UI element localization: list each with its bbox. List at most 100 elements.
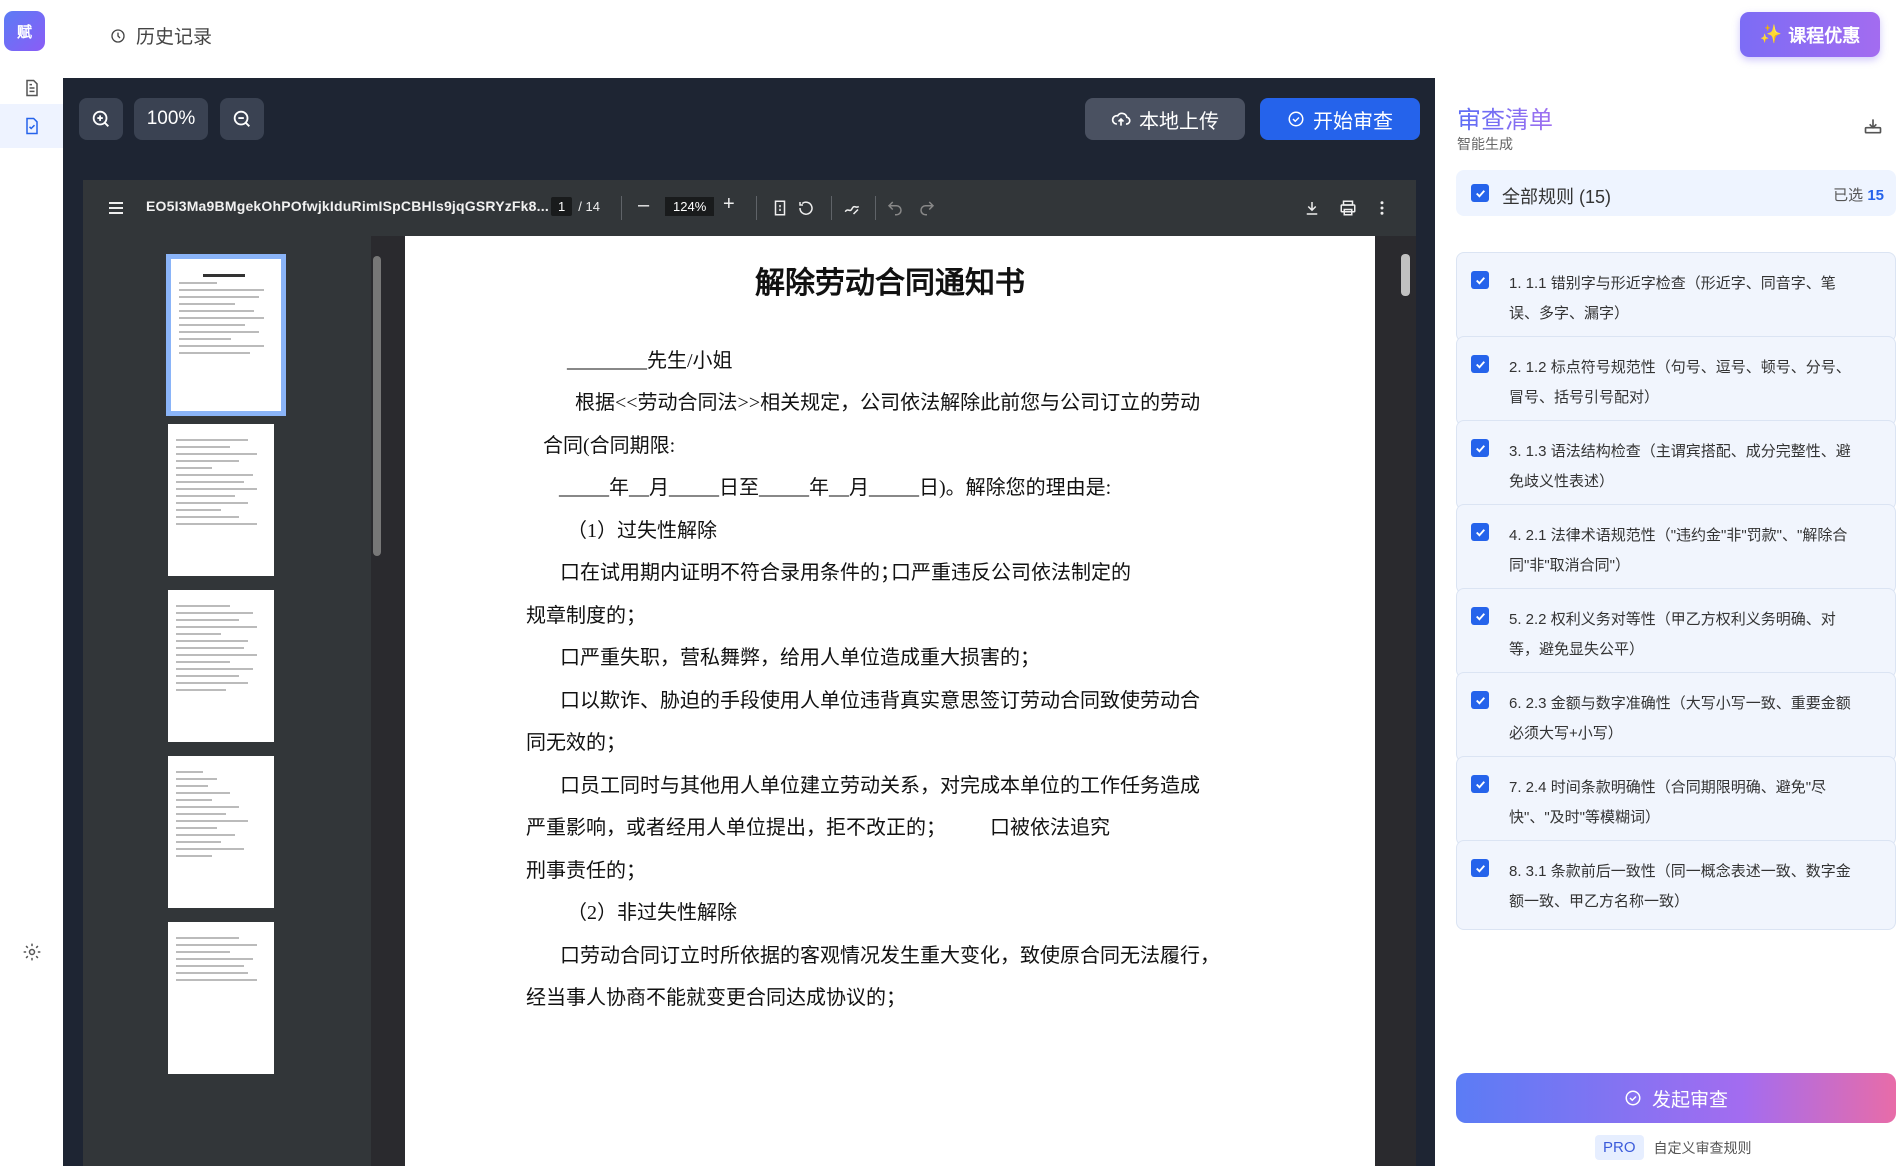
check-icon — [1475, 696, 1485, 705]
check-icon — [1475, 864, 1485, 873]
promo-button[interactable]: ✨ 课程优惠 — [1740, 12, 1880, 57]
page-thumbnail[interactable] — [166, 254, 286, 416]
zoom-in-button[interactable] — [79, 98, 123, 140]
zoom-out-button[interactable] — [220, 98, 264, 140]
zoom-level: 100% — [134, 98, 208, 140]
settings-button[interactable] — [0, 930, 63, 974]
pro-badge: PRO — [1595, 1135, 1644, 1160]
rule-label: 7. 2.4 时间条款明确性（合同期限明确、避免"尽快"、"及时"等模糊词） — [1509, 779, 1827, 826]
pdf-zoom-out-button[interactable]: – — [638, 194, 649, 217]
history-link[interactable]: 历史记录 — [110, 22, 212, 49]
rotate-icon[interactable] — [795, 197, 817, 219]
rule-checkbox[interactable] — [1471, 775, 1489, 793]
promo-label: 课程优惠 — [1788, 25, 1861, 46]
rule-item[interactable]: 3. 1.3 语法结构检查（主谓宾搭配、成分完整性、避免歧义性表述） — [1456, 420, 1896, 510]
launch-review-button[interactable]: 发起审查 — [1456, 1073, 1896, 1123]
divider — [875, 196, 876, 220]
panel-subtitle: 智能生成 — [1457, 136, 1513, 152]
page-thumbnail[interactable] — [168, 424, 274, 576]
check-icon — [1475, 360, 1485, 369]
zoom-in-icon — [92, 110, 109, 127]
rule-checkbox[interactable] — [1471, 607, 1489, 625]
print-icon[interactable] — [1337, 197, 1359, 219]
thumbnail-sidebar: 1 2 3 — [83, 236, 383, 1166]
rule-item[interactable]: 6. 2.3 金额与数字准确性（大写小写一致、重要金额必须大写+小写） — [1456, 672, 1896, 762]
all-rules-label: 全部规则 (15) — [1502, 187, 1612, 207]
page-thumbnail[interactable] — [168, 590, 274, 742]
rule-item[interactable]: 8. 3.1 条款前后一致性（同一概念表述一致、数字金额一致、甲乙方名称一致） — [1456, 840, 1896, 930]
check-icon — [1475, 528, 1485, 537]
divider — [831, 196, 832, 220]
start-review-button[interactable]: 开始审查 — [1260, 98, 1420, 140]
pdf-toolbar: EO5I3Ma9BMgekOhPOfwjkIduRimISpCBHls9jqGS… — [83, 180, 1416, 236]
doc-line: 刑事责任的； — [526, 860, 646, 882]
doc-line: 根据<<劳动合同法>>相关规定，公司依法解除此前您与公司订立的劳动 — [575, 392, 1201, 414]
rule-checkbox[interactable] — [1471, 691, 1489, 709]
history-label: 历史记录 — [136, 27, 213, 48]
rule-label: 4. 2.1 法律术语规范性（"违约金"非"罚款"、"解除合同"非"取消合同"） — [1509, 527, 1848, 574]
rule-checkbox[interactable] — [1471, 439, 1489, 457]
current-page-input[interactable]: 1 — [551, 197, 573, 216]
export-button[interactable] — [1863, 116, 1883, 136]
thumbnail-scrollbar[interactable] — [371, 236, 383, 1166]
rule-item[interactable]: 1. 1.1 错别字与形近字检查（形近字、同音字、笔误、多字、漏字） — [1456, 252, 1896, 342]
select-all-checkbox[interactable] — [1471, 184, 1489, 202]
check-icon — [1475, 189, 1485, 198]
download-icon — [1864, 119, 1882, 134]
pdf-zoom-input[interactable]: 124% — [665, 197, 715, 216]
undo-icon[interactable] — [884, 197, 906, 219]
review-nav-button[interactable] — [0, 104, 63, 148]
doc-line: 口严重违反公司依法制定的 — [891, 562, 1131, 584]
check-icon — [1475, 276, 1485, 285]
rules-list: 1. 1.1 错别字与形近字检查（形近字、同音字、笔误、多字、漏字） 2. 1.… — [1456, 252, 1896, 1000]
pdf-viewer: EO5I3Ma9BMgekOhPOfwjkIduRimISpCBHls9jqGS… — [83, 180, 1416, 1166]
doc-line: （2）非过失性解除 — [567, 902, 737, 924]
download-icon[interactable] — [1301, 197, 1323, 219]
rule-label: 8. 3.1 条款前后一致性（同一概念表述一致、数字金额一致、甲乙方名称一致） — [1509, 863, 1851, 910]
annotate-icon[interactable] — [841, 197, 863, 219]
launch-review-label: 发起审查 — [1651, 1089, 1728, 1111]
document-icon — [25, 79, 38, 97]
sparkle-icon: ✨ — [1759, 24, 1783, 44]
rule-label: 5. 2.2 权利义务对等性（甲乙方权利义务明确、对等，避免显失公平） — [1509, 611, 1836, 658]
app-logo[interactable]: 赋 — [4, 11, 45, 51]
page-thumbnail[interactable] — [168, 922, 274, 1074]
doc-line: 口严重失职，营私舞弊，给用人单位造成重大损害的； — [560, 647, 1040, 669]
select-all-rules[interactable]: 全部规则 (15) 已选 15 — [1456, 170, 1896, 216]
upload-button[interactable]: 本地上传 — [1085, 98, 1245, 140]
more-options-icon[interactable] — [1371, 197, 1393, 219]
menu-icon[interactable] — [105, 196, 129, 220]
rule-item[interactable]: 5. 2.2 权利义务对等性（甲乙方权利义务明确、对等，避免显失公平） — [1456, 588, 1896, 678]
review-panel: 审查清单 智能生成 全部规则 (15) 已选 15 1. 1.1 错别字与形近字… — [1435, 78, 1900, 1166]
document-check-icon — [25, 117, 38, 135]
pdf-zoom-in-button[interactable]: + — [723, 193, 735, 216]
doc-line: 合同(合同期限: — [543, 435, 676, 457]
page-thumbnail[interactable] — [168, 756, 274, 908]
rule-item[interactable]: 2. 1.2 标点符号规范性（句号、逗号、顿号、分号、冒号、括号引号配对） — [1456, 336, 1896, 426]
rule-checkbox[interactable] — [1471, 523, 1489, 541]
fit-page-icon[interactable] — [769, 197, 791, 219]
check-icon — [1475, 444, 1485, 453]
page-scrollbar[interactable] — [1395, 236, 1416, 1166]
rule-checkbox[interactable] — [1471, 271, 1489, 289]
divider — [756, 196, 757, 220]
doc-line: 口劳动合同订立时所依据的客观情况发生重大变化，致使原合同无法履行， — [560, 945, 1220, 967]
upload-label: 本地上传 — [1139, 110, 1219, 133]
doc-line: 口员工同时与其他用人单位建立劳动关系，对完成本单位的工作任务造成 — [560, 775, 1200, 797]
check-icon — [1475, 612, 1485, 621]
doc-line: 经当事人协商不能就变更合同达成协议的； — [526, 987, 906, 1009]
custom-rules-label: 自定义审查规则 — [1653, 1139, 1752, 1156]
doc-line: 严重影响，或者经用人单位提出，拒不改正的； — [526, 817, 946, 839]
check-circle-icon — [1288, 111, 1304, 127]
custom-rules-link[interactable]: PRO 自定义审查规则 — [1595, 1135, 1752, 1160]
workspace: 100% 本地上传 开始审查 EO5I3Ma9BMgekOhPOfwjkIduR… — [63, 78, 1435, 1166]
rule-checkbox[interactable] — [1471, 355, 1489, 373]
clock-icon — [111, 28, 125, 43]
doc-line: 口以欺诈、胁迫的手段使用人单位违背真实意思签订劳动合同致使劳动合 — [560, 690, 1200, 712]
document-title: 解除劳动合同通知书 — [755, 267, 1025, 300]
pdf-file-name: EO5I3Ma9BMgekOhPOfwjkIduRimISpCBHls9jqGS… — [146, 198, 549, 214]
rule-item[interactable]: 4. 2.1 法律术语规范性（"违约金"非"罚款"、"解除合同"非"取消合同"） — [1456, 504, 1896, 594]
rule-item[interactable]: 7. 2.4 时间条款明确性（合同期限明确、避免"尽快"、"及时"等模糊词） — [1456, 756, 1896, 846]
redo-icon[interactable] — [916, 197, 938, 219]
rule-checkbox[interactable] — [1471, 859, 1489, 877]
